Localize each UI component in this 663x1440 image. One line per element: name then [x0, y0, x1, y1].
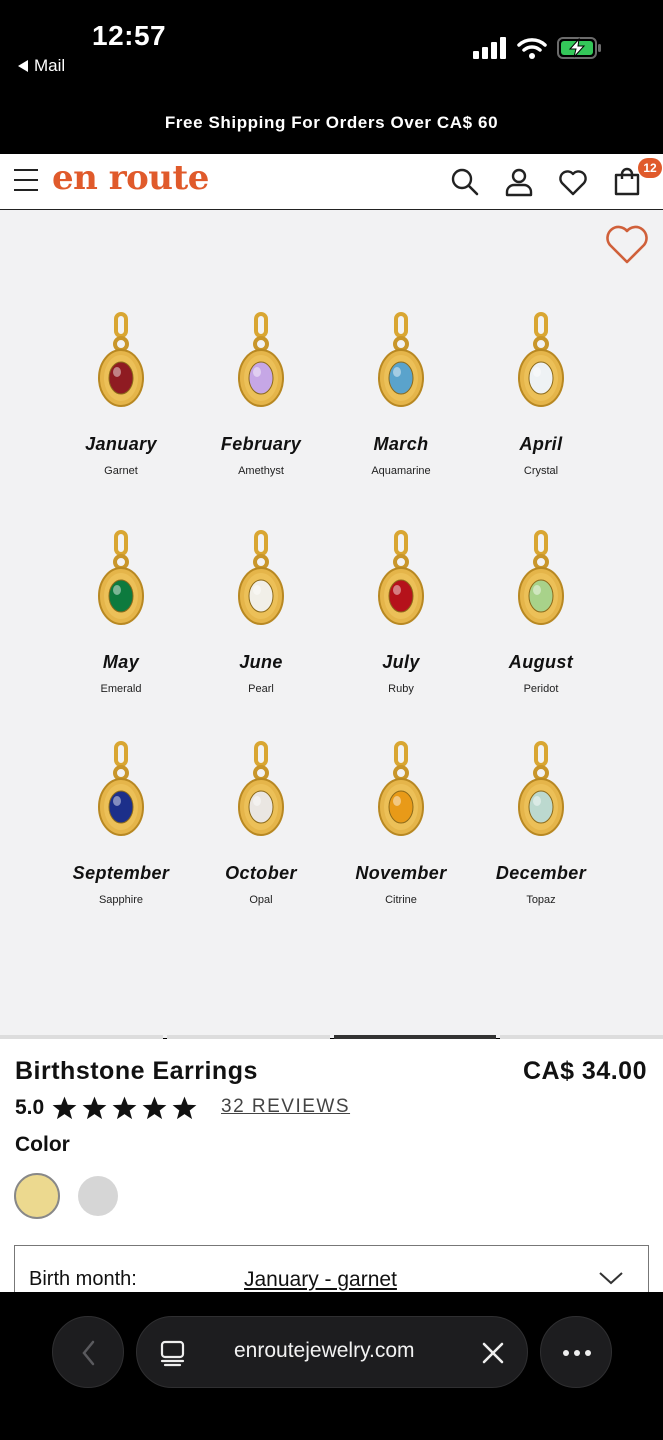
birthstone-item: January Garnet	[51, 310, 191, 477]
pendant-image	[378, 741, 424, 836]
color-swatch-gold[interactable]	[14, 1173, 60, 1219]
stone-label: Emerald	[100, 683, 142, 695]
pendant-image	[98, 530, 144, 625]
shipping-promo-banner: Free Shipping For Orders Over CA$ 60	[0, 92, 663, 154]
pendant-image	[378, 312, 424, 407]
more-icon	[563, 1350, 591, 1356]
battery-charging-icon	[557, 37, 601, 59]
wifi-icon	[517, 38, 547, 59]
stone-label: Opal	[249, 894, 273, 906]
birthstone-item: September Sapphire	[51, 739, 191, 906]
stone-label: Pearl	[248, 683, 274, 695]
site-header: en route	[0, 154, 663, 210]
chevron-down-icon	[599, 1272, 623, 1285]
birthstone-item: June Pearl	[191, 528, 331, 695]
pendant-image	[518, 530, 564, 625]
birthstone-item: May Emerald	[51, 528, 191, 695]
birthstone-item: February Amethyst	[191, 310, 331, 477]
birthstone-item: December Topaz	[471, 739, 611, 906]
pendant-image	[378, 530, 424, 625]
cart-count-badge: 12	[638, 158, 662, 178]
cellular-signal-icon	[473, 37, 506, 59]
month-label: August	[508, 652, 574, 672]
address-bar[interactable]: enroutejewelry.com	[136, 1316, 528, 1388]
birthstone-item: March Aquamarine	[331, 310, 471, 477]
back-triangle-icon	[18, 60, 28, 72]
pendant-image	[98, 741, 144, 836]
back-to-mail-label: Mail	[34, 56, 66, 75]
birth-month-label: Birth month:	[29, 1268, 137, 1290]
month-label: March	[373, 434, 429, 454]
stone-label: Crystal	[523, 465, 559, 477]
status-bar: 12:57 Mail	[0, 0, 663, 92]
stone-label: Ruby	[388, 683, 414, 695]
pendant-image	[238, 741, 284, 836]
star-icon	[172, 1096, 197, 1120]
birthstone-item: July Ruby	[331, 528, 471, 695]
month-label: October	[225, 863, 297, 883]
month-label: July	[382, 652, 420, 672]
month-label: December	[495, 863, 587, 883]
stone-label: Topaz	[526, 894, 556, 906]
star-icon	[52, 1096, 77, 1120]
close-icon[interactable]	[481, 1341, 505, 1365]
star-icon	[142, 1096, 167, 1120]
stone-label: Peridot	[523, 683, 559, 695]
status-time: 12:57	[92, 20, 167, 51]
month-label: February	[220, 434, 302, 454]
menu-icon[interactable]	[14, 169, 38, 191]
month-label: January	[85, 434, 157, 454]
pendant-image	[98, 312, 144, 407]
back-to-mail-link[interactable]: Mail	[18, 56, 65, 76]
tabs-icon[interactable]	[159, 1339, 187, 1367]
browser-toolbar: enroutejewelry.com	[0, 1292, 663, 1440]
stone-label: Amethyst	[238, 465, 284, 477]
url-text: enroutejewelry.com	[234, 1339, 415, 1362]
pendant-image	[518, 312, 564, 407]
browser-back-button[interactable]	[52, 1316, 124, 1388]
birthstone-item: August Peridot	[471, 528, 611, 695]
color-label: Color	[15, 1133, 70, 1156]
product-title: Birthstone Earrings	[15, 1057, 258, 1085]
pendant-image	[518, 741, 564, 836]
stone-label: Citrine	[385, 894, 417, 906]
stone-label: Aquamarine	[371, 465, 431, 477]
star-icon	[112, 1096, 137, 1120]
rating-value: 5.0	[15, 1096, 45, 1119]
month-label: November	[355, 863, 447, 883]
star-icon	[82, 1096, 107, 1120]
birthstone-item: October Opal	[191, 739, 331, 906]
product-info: Birthstone Earrings CA$ 34.00 5.0 32 REV…	[0, 1039, 663, 1301]
rating-stars	[51, 1095, 198, 1121]
search-icon[interactable]	[449, 166, 481, 198]
account-icon[interactable]	[503, 166, 535, 198]
logo[interactable]: en route	[52, 158, 209, 198]
pendant-image	[238, 312, 284, 407]
birthstone-item: November Citrine	[331, 739, 471, 906]
rating: 5.0	[15, 1095, 198, 1121]
color-swatch-silver[interactable]	[78, 1176, 118, 1216]
chevron-left-icon	[82, 1340, 95, 1366]
pendant-image	[238, 530, 284, 625]
add-to-wishlist-heart-icon[interactable]	[603, 222, 651, 266]
month-label: September	[72, 863, 170, 883]
month-label: April	[519, 434, 563, 454]
status-icons	[473, 36, 603, 60]
product-price: CA$ 34.00	[522, 1057, 647, 1085]
month-label: June	[239, 652, 283, 672]
stone-label: Sapphire	[98, 894, 144, 906]
birth-month-value: January - garnet	[244, 1268, 397, 1291]
wishlist-icon[interactable]	[557, 166, 589, 198]
more-options-button[interactable]	[540, 1316, 612, 1388]
birthstone-item: April Crystal	[471, 310, 611, 477]
reviews-link[interactable]: 32 REVIEWS	[221, 1096, 350, 1118]
stone-label: Garnet	[104, 465, 138, 477]
month-label: May	[102, 652, 140, 672]
